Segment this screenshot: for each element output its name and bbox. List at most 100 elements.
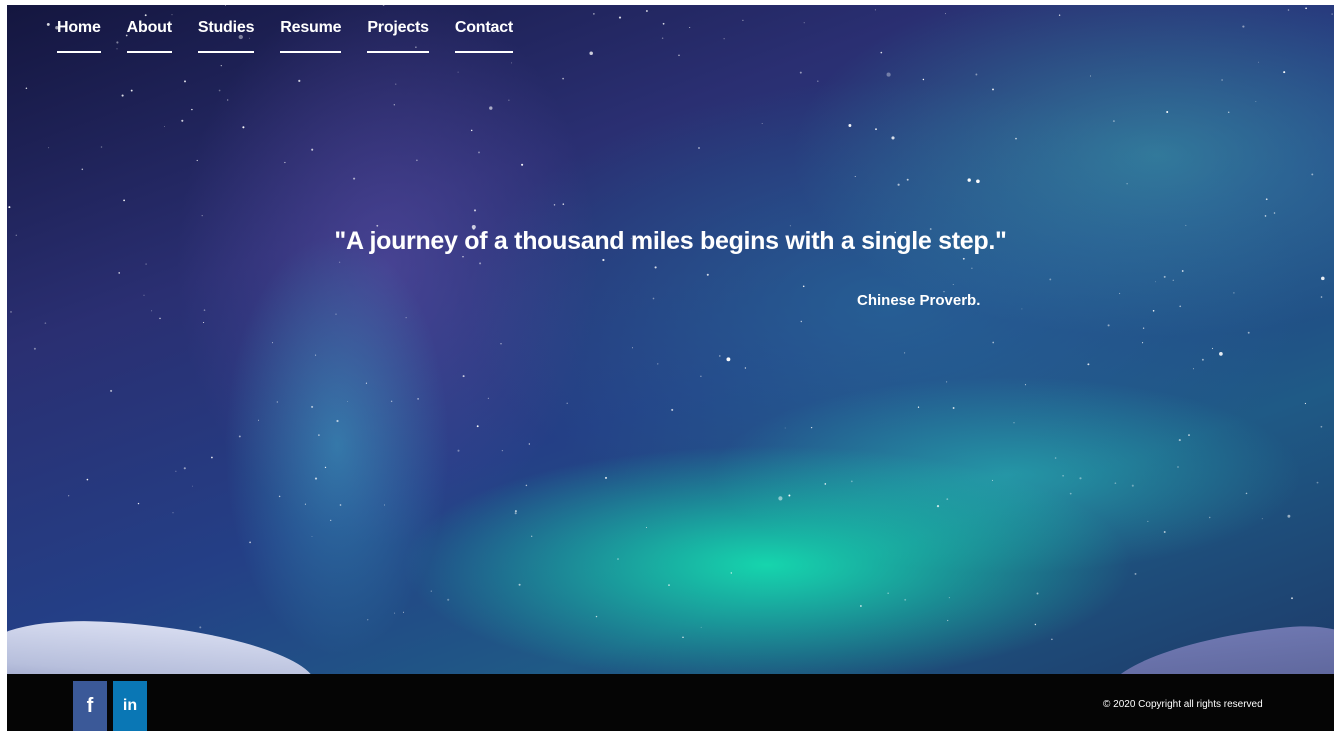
nav-item-contact[interactable]: Contact — [454, 19, 513, 53]
star — [382, 5, 385, 6]
star — [1316, 481, 1319, 484]
star — [46, 22, 50, 26]
star — [403, 611, 404, 613]
star — [802, 285, 805, 288]
star — [1265, 198, 1268, 201]
star — [218, 89, 221, 92]
star — [68, 495, 70, 497]
star — [803, 22, 805, 24]
star — [339, 504, 342, 506]
star — [510, 62, 513, 64]
star — [86, 478, 89, 481]
star — [25, 87, 28, 89]
quote-author: Chinese Proverb. — [857, 292, 981, 309]
star — [697, 146, 701, 150]
star — [860, 605, 862, 607]
star — [1331, 13, 1333, 15]
star — [800, 320, 803, 323]
star — [1079, 477, 1082, 480]
star — [553, 204, 556, 206]
star — [689, 26, 691, 29]
star — [1188, 434, 1190, 437]
star — [1155, 281, 1156, 283]
star — [284, 161, 286, 164]
star — [1201, 358, 1204, 361]
star — [817, 80, 819, 82]
star — [183, 467, 186, 470]
star — [744, 367, 747, 369]
star — [249, 541, 251, 544]
star — [1320, 296, 1323, 298]
star — [976, 179, 980, 184]
star — [489, 106, 493, 110]
star — [1304, 402, 1306, 405]
main-nav: Home About Studies Resume Projects Conta… — [57, 19, 513, 53]
star — [430, 590, 432, 592]
star — [531, 535, 533, 537]
linkedin-button[interactable]: in — [113, 681, 147, 731]
star — [311, 405, 314, 408]
star — [850, 480, 853, 483]
star — [1261, 518, 1263, 520]
star — [917, 406, 920, 408]
star — [196, 159, 198, 162]
star — [201, 214, 203, 217]
star — [1211, 347, 1214, 350]
star — [604, 476, 608, 479]
star — [315, 354, 317, 356]
star — [1107, 324, 1110, 327]
star — [652, 297, 655, 300]
star — [1131, 484, 1134, 487]
star — [238, 435, 241, 438]
star — [891, 136, 895, 140]
star — [661, 37, 664, 40]
star — [175, 470, 177, 472]
star — [353, 177, 356, 180]
star — [700, 626, 702, 628]
nav-item-resume[interactable]: Resume — [280, 19, 342, 53]
star — [462, 375, 465, 378]
star — [761, 122, 763, 125]
star — [1069, 492, 1072, 495]
star — [525, 484, 528, 487]
star — [151, 310, 153, 312]
star — [975, 73, 978, 76]
facebook-button[interactable]: f — [73, 681, 107, 731]
star — [163, 126, 165, 128]
nav-item-about[interactable]: About — [126, 19, 172, 53]
star — [478, 151, 480, 154]
star — [311, 148, 314, 151]
star — [487, 397, 490, 400]
page-frame: Home About Studies Resume Projects Conta… — [7, 5, 1334, 731]
star — [945, 13, 946, 15]
star — [1049, 278, 1052, 281]
star — [730, 572, 733, 574]
nav-item-studies[interactable]: Studies — [197, 19, 254, 53]
star — [1062, 474, 1064, 477]
nav-item-projects[interactable]: Projects — [367, 19, 429, 53]
star — [521, 163, 524, 166]
star — [501, 449, 504, 452]
nav-item-home[interactable]: Home — [57, 19, 101, 53]
star — [203, 321, 205, 324]
star — [1054, 457, 1057, 459]
star — [416, 159, 418, 162]
star — [1036, 592, 1039, 595]
star — [118, 272, 121, 274]
star — [1147, 520, 1149, 522]
star — [336, 419, 339, 423]
star — [384, 504, 385, 506]
star — [1185, 224, 1187, 227]
star — [1320, 425, 1323, 428]
star — [723, 38, 725, 40]
star — [314, 477, 318, 480]
star — [184, 80, 186, 83]
star — [778, 496, 783, 501]
star — [936, 505, 940, 508]
star — [632, 347, 633, 349]
star — [1119, 292, 1121, 295]
star — [514, 512, 517, 515]
star — [258, 419, 259, 421]
star — [1058, 14, 1061, 16]
star — [324, 466, 327, 469]
